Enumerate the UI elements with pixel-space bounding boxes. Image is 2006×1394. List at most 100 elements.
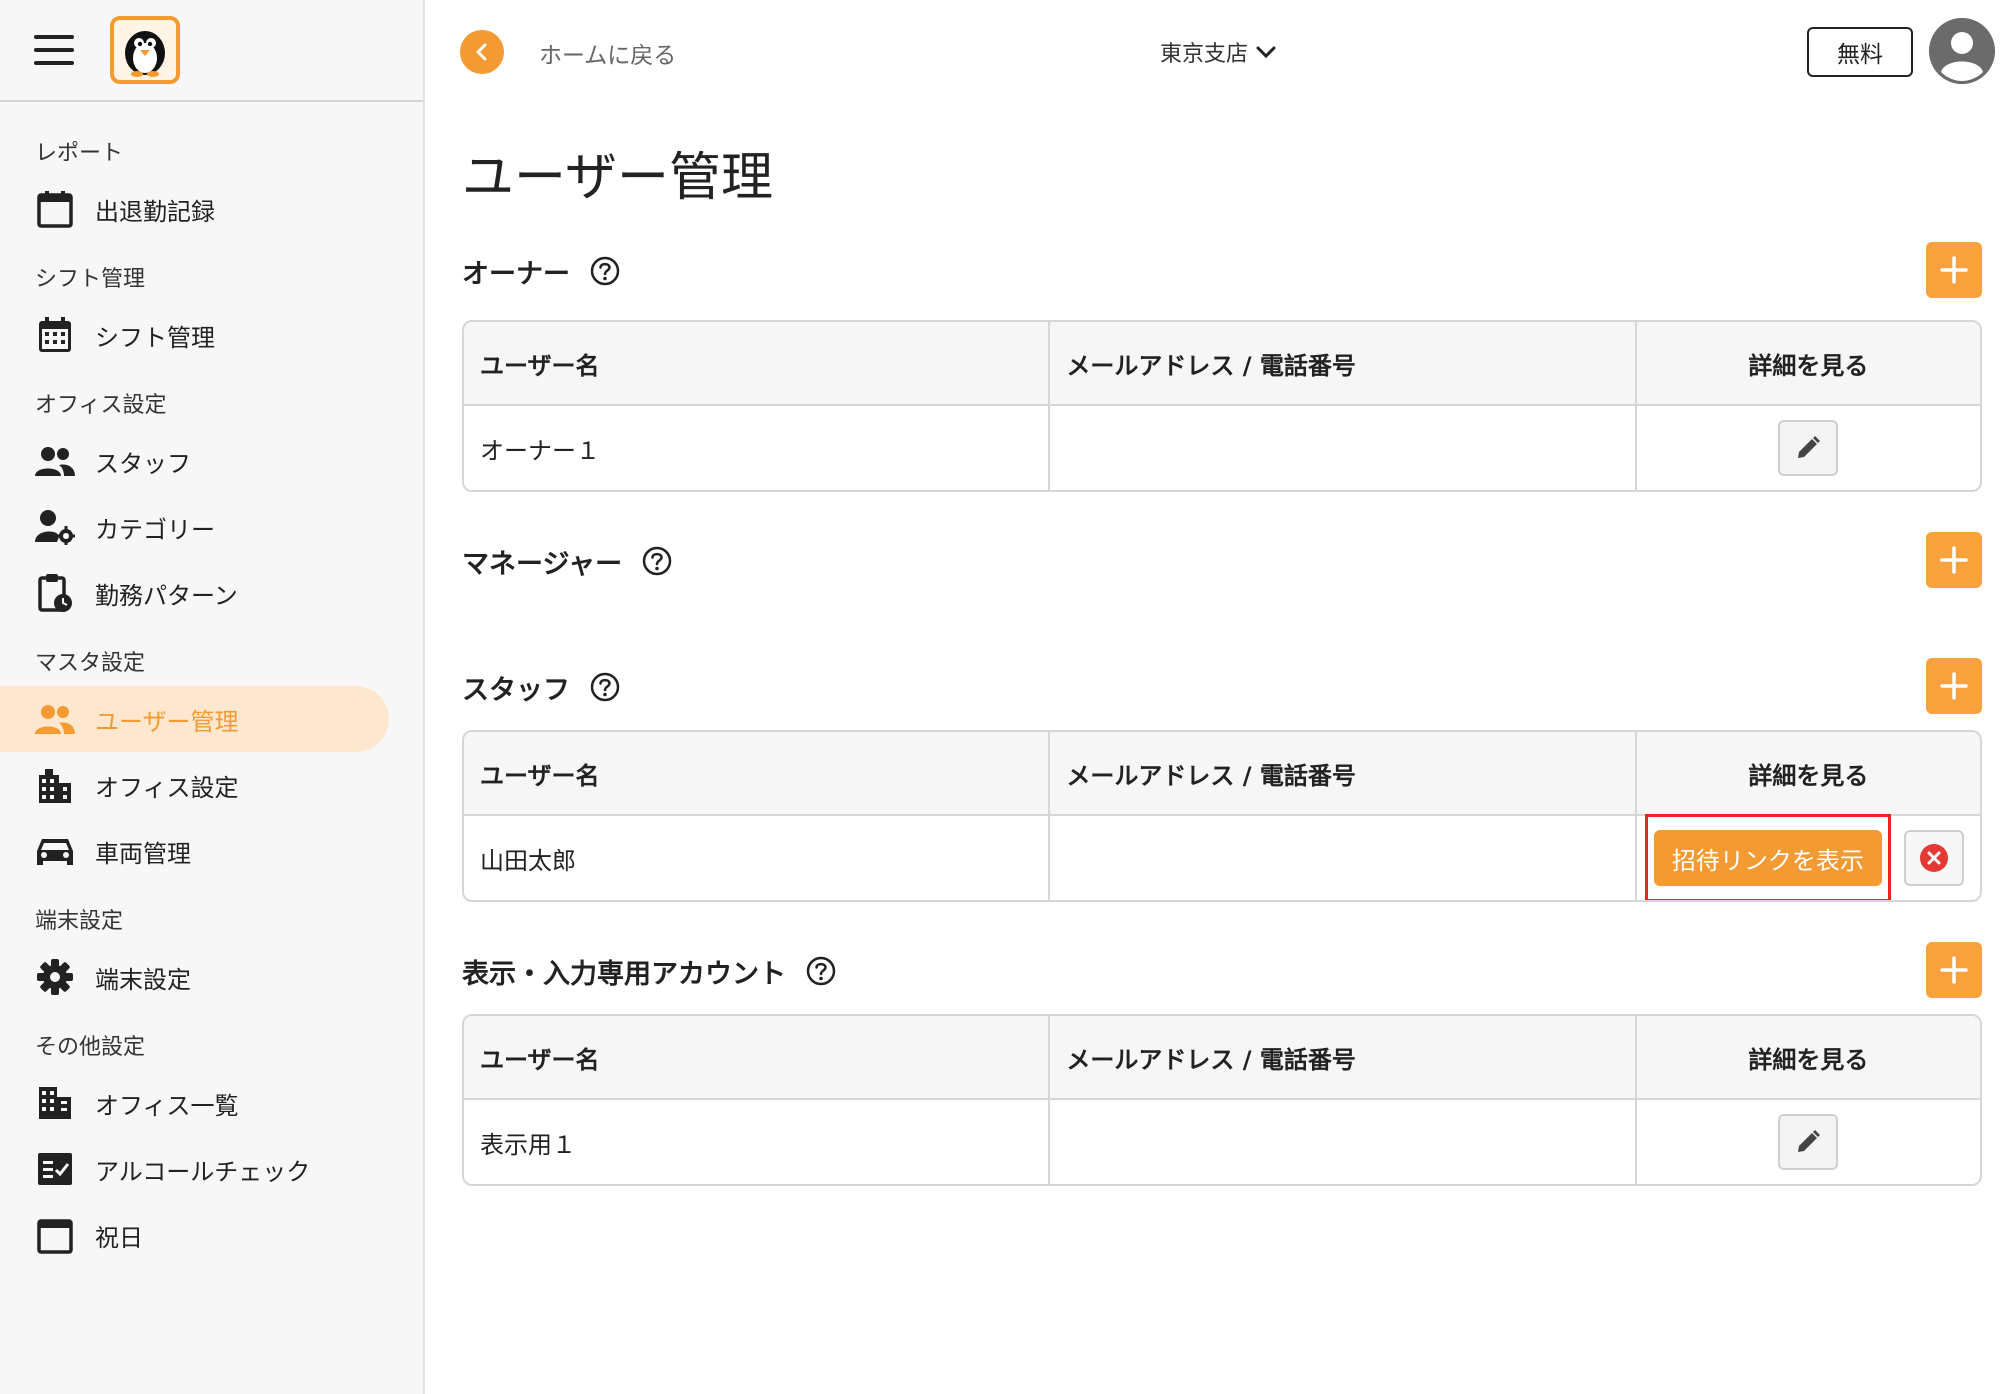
nav-section-master: マスタ設定 bbox=[35, 651, 146, 676]
nav-section-other: その他設定 bbox=[35, 1035, 146, 1060]
add-manager-button[interactable] bbox=[1926, 532, 1982, 588]
sidebar-item-label: 端末設定 bbox=[95, 965, 191, 994]
plus-icon bbox=[1940, 546, 1968, 574]
add-staff-button[interactable] bbox=[1926, 658, 1982, 714]
sidebar-item-staff[interactable]: スタッフ bbox=[0, 428, 389, 494]
plus-icon bbox=[1940, 672, 1968, 700]
section-title: 表示・入力専用アカウント bbox=[462, 958, 786, 990]
sidebar-item-label: 出退勤記録 bbox=[95, 197, 215, 226]
column-header-detail: 詳細を見る bbox=[1636, 1016, 1980, 1100]
hamburger-menu-icon[interactable] bbox=[34, 35, 74, 65]
display-account-section: 表示・入力専用アカウント ユーザー名 メールアドレス / 電話番号 詳細を見る bbox=[462, 942, 1982, 1186]
nav-section-device: 端末設定 bbox=[35, 909, 124, 934]
avatar[interactable] bbox=[1929, 18, 1995, 84]
edit-button[interactable] bbox=[1778, 420, 1839, 476]
close-circle-icon bbox=[1920, 844, 1948, 872]
section-header: 表示・入力専用アカウント bbox=[462, 942, 1982, 1000]
section-title: スタッフ bbox=[462, 674, 570, 706]
help-icon[interactable] bbox=[806, 956, 836, 986]
gear-icon bbox=[35, 957, 75, 997]
edit-button[interactable] bbox=[1778, 1114, 1839, 1170]
sidebar-item-label: オフィス設定 bbox=[95, 773, 239, 802]
column-header-contact: メールアドレス / 電話番号 bbox=[1050, 322, 1637, 406]
calendar-grid-icon bbox=[35, 315, 75, 355]
sidebar-item-work-pattern[interactable]: 勤務パターン bbox=[0, 560, 389, 626]
sidebar-header bbox=[0, 0, 423, 102]
sidebar-item-label: 祝日 bbox=[95, 1223, 143, 1252]
plan-badge[interactable]: 無料 bbox=[1807, 27, 1913, 77]
sidebar-item-label: カテゴリー bbox=[95, 515, 215, 544]
sidebar-item-label: 勤務パターン bbox=[95, 581, 238, 610]
staff-section: スタッフ ユーザー名 メールアドレス / 電話番号 詳細を見る 山田太郎 招待リ… bbox=[462, 658, 1982, 902]
delete-button[interactable] bbox=[1904, 830, 1964, 886]
back-button[interactable] bbox=[460, 30, 504, 74]
column-header-detail: 詳細を見る bbox=[1636, 732, 1980, 816]
building-icon bbox=[35, 765, 75, 805]
sidebar-item-shift[interactable]: シフト管理 bbox=[0, 302, 389, 368]
cell-detail bbox=[1636, 1100, 1980, 1184]
sidebar-item-label: ユーザー管理 bbox=[95, 707, 239, 736]
table-header-row: ユーザー名 メールアドレス / 電話番号 詳細を見る bbox=[464, 1016, 1980, 1100]
sidebar-item-alcohol-check[interactable]: アルコールチェック bbox=[0, 1136, 389, 1202]
nav-section-report: レポート bbox=[35, 141, 124, 166]
cell-detail bbox=[1636, 406, 1980, 490]
help-icon[interactable] bbox=[642, 546, 672, 576]
chevron-left-icon bbox=[476, 43, 487, 61]
column-header-username: ユーザー名 bbox=[464, 732, 1051, 816]
plus-icon bbox=[1940, 256, 1968, 284]
sidebar-item-label: スタッフ bbox=[95, 449, 191, 478]
section-header: マネージャー bbox=[462, 532, 1982, 590]
sidebar-item-label: アルコールチェック bbox=[95, 1157, 311, 1186]
staff-table: ユーザー名 メールアドレス / 電話番号 詳細を見る 山田太郎 招待リンクを表示 bbox=[462, 730, 1982, 902]
back-link[interactable]: ホームに戻る bbox=[539, 36, 676, 70]
show-invite-link-button[interactable]: 招待リンクを表示 bbox=[1653, 830, 1882, 886]
sidebar-item-user-management[interactable]: ユーザー管理 bbox=[0, 686, 389, 752]
people-icon bbox=[35, 699, 75, 739]
section-header: スタッフ bbox=[462, 658, 1982, 716]
sidebar-item-label: シフト管理 bbox=[95, 323, 215, 352]
table-header-row: ユーザー名 メールアドレス / 電話番号 詳細を見る bbox=[464, 322, 1980, 406]
plus-icon bbox=[1940, 956, 1968, 984]
display-account-table: ユーザー名 メールアドレス / 電話番号 詳細を見る 表示用１ bbox=[462, 1014, 1982, 1186]
app-logo[interactable] bbox=[110, 16, 180, 84]
table-row: 表示用１ bbox=[464, 1100, 1980, 1184]
branch-name: 東京支店 bbox=[1160, 42, 1249, 67]
add-owner-button[interactable] bbox=[1926, 242, 1982, 298]
calendar-icon bbox=[35, 1215, 75, 1255]
add-display-account-button[interactable] bbox=[1926, 942, 1982, 998]
invite-highlight-box: 招待リンクを表示 bbox=[1644, 814, 1891, 900]
section-title: オーナー bbox=[462, 258, 570, 290]
cell-username: 山田太郎 bbox=[464, 816, 1051, 900]
column-header-contact: メールアドレス / 電話番号 bbox=[1050, 732, 1637, 816]
sidebar-item-attendance[interactable]: 出退勤記録 bbox=[0, 176, 389, 242]
sidebar-item-holiday[interactable]: 祝日 bbox=[0, 1202, 389, 1268]
sidebar-nav: レポート 出退勤記録 シフト管理 シフト管理 オフィス設定 スタッフ カテゴリー… bbox=[0, 102, 423, 1268]
help-icon[interactable] bbox=[590, 672, 620, 702]
manager-section: マネージャー bbox=[462, 532, 1982, 590]
sidebar-item-office-settings[interactable]: オフィス設定 bbox=[0, 752, 389, 818]
app-root: レポート 出退勤記録 シフト管理 シフト管理 オフィス設定 スタッフ カテゴリー… bbox=[0, 0, 2006, 1394]
sidebar-item-label: オフィス一覧 bbox=[95, 1091, 239, 1120]
clipboard-clock-icon bbox=[35, 573, 75, 613]
pencil-icon bbox=[1798, 1130, 1821, 1152]
section-title: マネージャー bbox=[462, 548, 623, 580]
sidebar: レポート 出退勤記録 シフト管理 シフト管理 オフィス設定 スタッフ カテゴリー… bbox=[0, 0, 425, 1394]
main-content: ユーザー管理 オーナー ユーザー名 メールアドレス / 電話番号 詳細を見る オ… bbox=[462, 104, 1982, 1186]
branch-selector[interactable]: 東京支店 bbox=[1160, 36, 1276, 68]
car-icon bbox=[35, 831, 75, 871]
cell-detail: 招待リンクを表示 bbox=[1636, 814, 1980, 900]
table-row: オーナー１ bbox=[464, 406, 1980, 490]
owner-table: ユーザー名 メールアドレス / 電話番号 詳細を見る オーナー１ bbox=[462, 320, 1982, 492]
calendar-icon bbox=[35, 189, 75, 229]
sidebar-item-vehicle[interactable]: 車両管理 bbox=[0, 818, 389, 884]
nav-section-office: オフィス設定 bbox=[35, 393, 167, 418]
sidebar-item-office-list[interactable]: オフィス一覧 bbox=[0, 1070, 389, 1136]
cell-contact bbox=[1050, 816, 1637, 900]
page-title: ユーザー管理 bbox=[462, 148, 773, 208]
sidebar-item-category[interactable]: カテゴリー bbox=[0, 494, 389, 560]
cell-contact bbox=[1050, 1100, 1637, 1184]
help-icon[interactable] bbox=[590, 256, 620, 286]
section-header: オーナー bbox=[462, 242, 1982, 300]
sidebar-item-device-settings[interactable]: 端末設定 bbox=[0, 944, 389, 1010]
table-row: 山田太郎 招待リンクを表示 bbox=[464, 814, 1980, 900]
